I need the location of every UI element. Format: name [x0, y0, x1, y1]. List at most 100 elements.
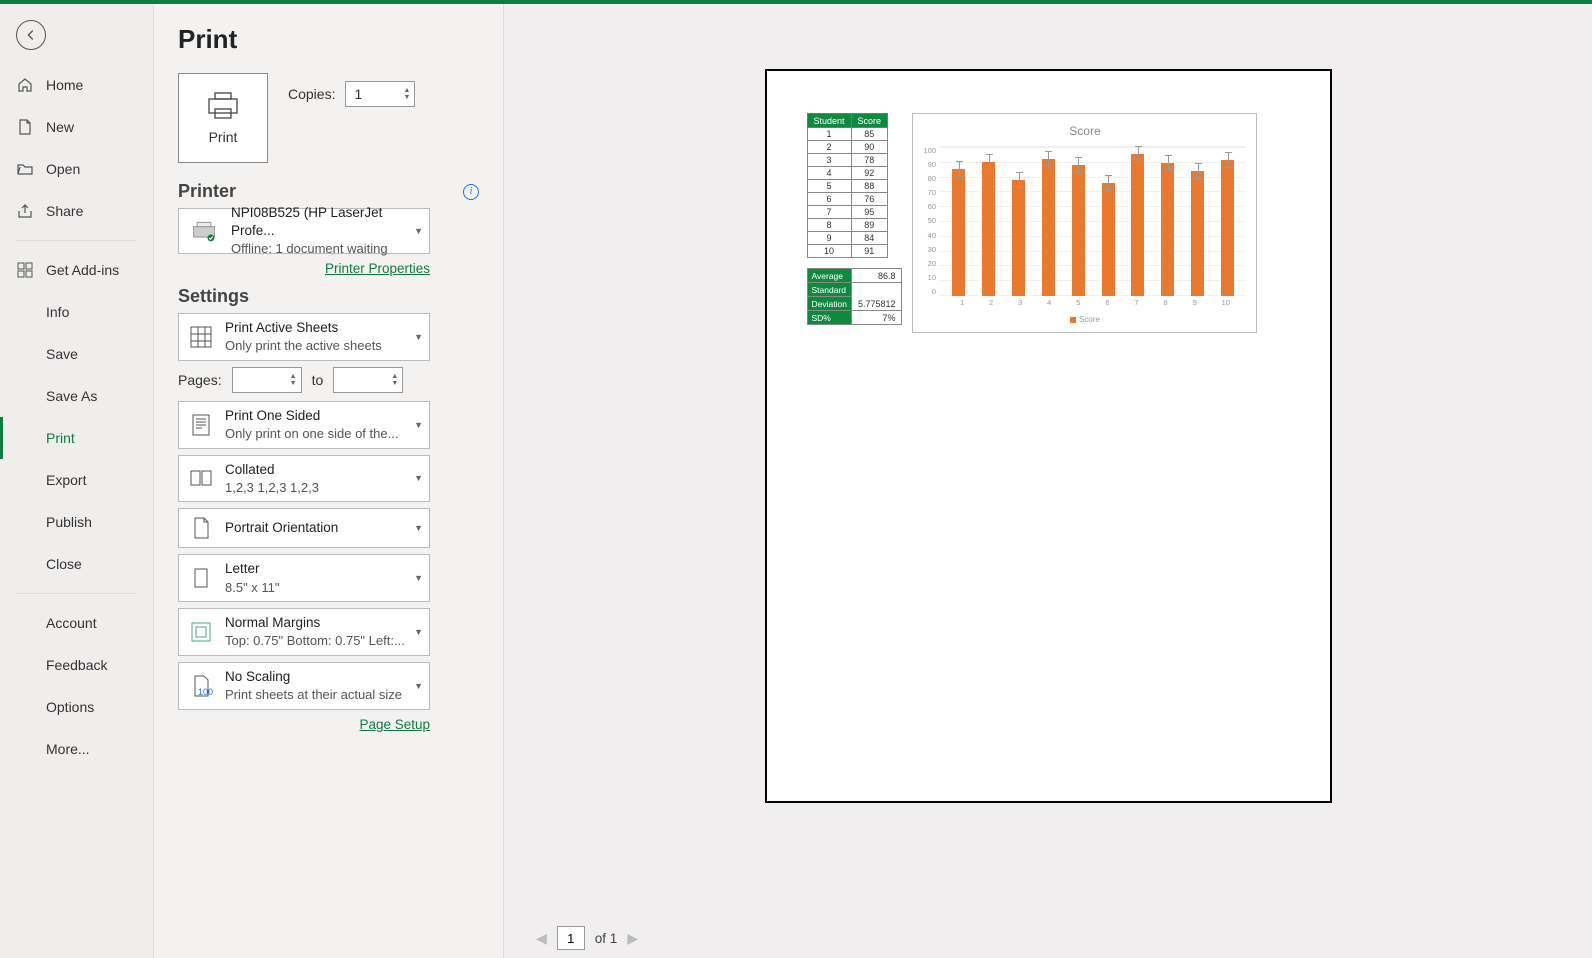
back-arrow-icon: [24, 28, 38, 42]
page-setup-link[interactable]: Page Setup: [359, 717, 430, 732]
pages-from-spinner[interactable]: ▲▼: [232, 367, 302, 393]
nav-feedback[interactable]: Feedback: [0, 644, 153, 686]
margins-icon: [187, 618, 215, 646]
nav-publish[interactable]: Publish: [0, 501, 153, 543]
printer-section-title: Printer: [178, 181, 236, 202]
chart-legend: Score: [923, 315, 1246, 324]
pages-label: Pages:: [178, 372, 222, 388]
printer-status: Offline: 1 document waiting: [231, 240, 411, 258]
chevron-down-icon: ▼: [414, 420, 423, 430]
sides-selector[interactable]: Print One Sided Only print on one side o…: [178, 401, 430, 449]
nav-export[interactable]: Export: [0, 459, 153, 501]
spinner-arrows-icon[interactable]: ▲▼: [404, 87, 411, 101]
print-button[interactable]: Print: [178, 73, 268, 163]
setting-title: Collated: [225, 461, 319, 479]
spinner-arrows-icon[interactable]: ▲▼: [290, 373, 297, 387]
next-page-button[interactable]: ▶: [627, 930, 638, 947]
setting-desc: Only print on one side of the...: [225, 425, 398, 443]
copies-spinner[interactable]: 1 ▲▼: [345, 81, 415, 107]
nav-close[interactable]: Close: [0, 543, 153, 585]
nav-label: New: [46, 119, 74, 135]
nav-print[interactable]: Print: [0, 417, 153, 459]
open-icon: [16, 160, 34, 178]
print-preview-area: StudentScore1852903784925886767958899841…: [504, 4, 1592, 958]
pages-to-spinner[interactable]: ▲▼: [333, 367, 403, 393]
setting-title: Print One Sided: [225, 407, 398, 425]
nav-new[interactable]: New: [0, 106, 153, 148]
orientation-selector[interactable]: Portrait Orientation ▼: [178, 508, 430, 548]
settings-section-title: Settings: [178, 286, 249, 307]
setting-title: Letter: [225, 560, 280, 578]
chevron-down-icon: ▼: [414, 573, 423, 583]
nav-label: Info: [46, 304, 69, 320]
setting-title: Portrait Orientation: [225, 519, 338, 537]
nav-label: Open: [46, 161, 80, 177]
nav-label: More...: [46, 741, 90, 757]
copies-value: 1: [354, 86, 362, 102]
page-count-label: of 1: [595, 931, 618, 946]
nav-label: Publish: [46, 514, 92, 530]
printer-properties-link[interactable]: Printer Properties: [325, 261, 430, 276]
nav-save[interactable]: Save: [0, 333, 153, 375]
scaling-icon: 100: [187, 672, 215, 700]
nav-label: Close: [46, 556, 82, 572]
collate-selector[interactable]: Collated 1,2,3 1,2,3 1,2,3 ▼: [178, 455, 430, 503]
chevron-down-icon: ▼: [414, 523, 423, 533]
backstage-sidebar: Home New Open Share Get Add-ins Info Sav…: [0, 4, 154, 958]
printer-device-icon: [187, 217, 221, 245]
chevron-down-icon: ▼: [414, 681, 423, 691]
nav-options[interactable]: Options: [0, 686, 153, 728]
sheets-icon: [187, 323, 215, 351]
addins-icon: [16, 261, 34, 279]
preview-chart: Score 1009080706050403020100 12345678910…: [912, 113, 1257, 333]
nav-label: Save As: [46, 388, 97, 404]
nav-share[interactable]: Share: [0, 190, 153, 232]
nav-account[interactable]: Account: [0, 602, 153, 644]
share-icon: [16, 202, 34, 220]
spinner-arrows-icon[interactable]: ▲▼: [391, 373, 398, 387]
paper-size-selector[interactable]: Letter 8.5" x 11" ▼: [178, 554, 430, 602]
chart-title: Score: [923, 124, 1246, 138]
nav-label: Get Add-ins: [46, 262, 119, 278]
chevron-down-icon: ▼: [414, 473, 423, 483]
print-settings-panel: Print Print Copies: 1 ▲▼ Printer i: [154, 4, 504, 958]
copies-label: Copies:: [288, 86, 335, 102]
nav-info[interactable]: Info: [0, 291, 153, 333]
new-icon: [16, 118, 34, 136]
nav-home[interactable]: Home: [0, 64, 153, 106]
print-what-selector[interactable]: Print Active Sheets Only print the activ…: [178, 313, 430, 361]
setting-desc: 1,2,3 1,2,3 1,2,3: [225, 479, 319, 497]
nav-save-as[interactable]: Save As: [0, 375, 153, 417]
one-sided-icon: [187, 411, 215, 439]
printer-name: NPI08B525 (HP LaserJet Profe...: [231, 204, 421, 240]
nav-label: Account: [46, 615, 97, 631]
scaling-percent: 100: [198, 687, 213, 697]
nav-get-addins[interactable]: Get Add-ins: [0, 249, 153, 291]
printer-info-icon[interactable]: i: [463, 184, 479, 200]
page-title: Print: [178, 24, 479, 55]
nav-label: Home: [46, 77, 83, 93]
setting-title: No Scaling: [225, 668, 402, 686]
preview-page: StudentScore1852903784925886767958899841…: [765, 69, 1332, 803]
nav-more[interactable]: More...: [0, 728, 153, 770]
setting-desc: Only print the active sheets: [225, 337, 382, 355]
collate-icon: [187, 464, 215, 492]
setting-desc: 8.5" x 11": [225, 579, 280, 597]
back-button[interactable]: [16, 20, 46, 50]
nav-label: Share: [46, 203, 83, 219]
setting-desc: Print sheets at their actual size: [225, 686, 402, 704]
setting-title: Normal Margins: [225, 614, 405, 632]
setting-desc: Top: 0.75" Bottom: 0.75" Left:...: [225, 632, 405, 650]
nav-label: Options: [46, 699, 94, 715]
printer-selector[interactable]: NPI08B525 (HP LaserJet Profe... Offline:…: [178, 208, 430, 254]
scaling-selector[interactable]: 100 No Scaling Print sheets at their act…: [178, 662, 430, 710]
current-page-input[interactable]: [557, 926, 585, 950]
nav-open[interactable]: Open: [0, 148, 153, 190]
preview-data-table: StudentScore1852903784925886767958899841…: [807, 113, 903, 333]
prev-page-button[interactable]: ◀: [536, 930, 547, 947]
margins-selector[interactable]: Normal Margins Top: 0.75" Bottom: 0.75" …: [178, 608, 430, 656]
nav-label: Export: [46, 472, 86, 488]
page-navigation: ◀ of 1 ▶: [504, 918, 1592, 958]
chevron-down-icon: ▼: [414, 627, 423, 637]
home-icon: [16, 76, 34, 94]
